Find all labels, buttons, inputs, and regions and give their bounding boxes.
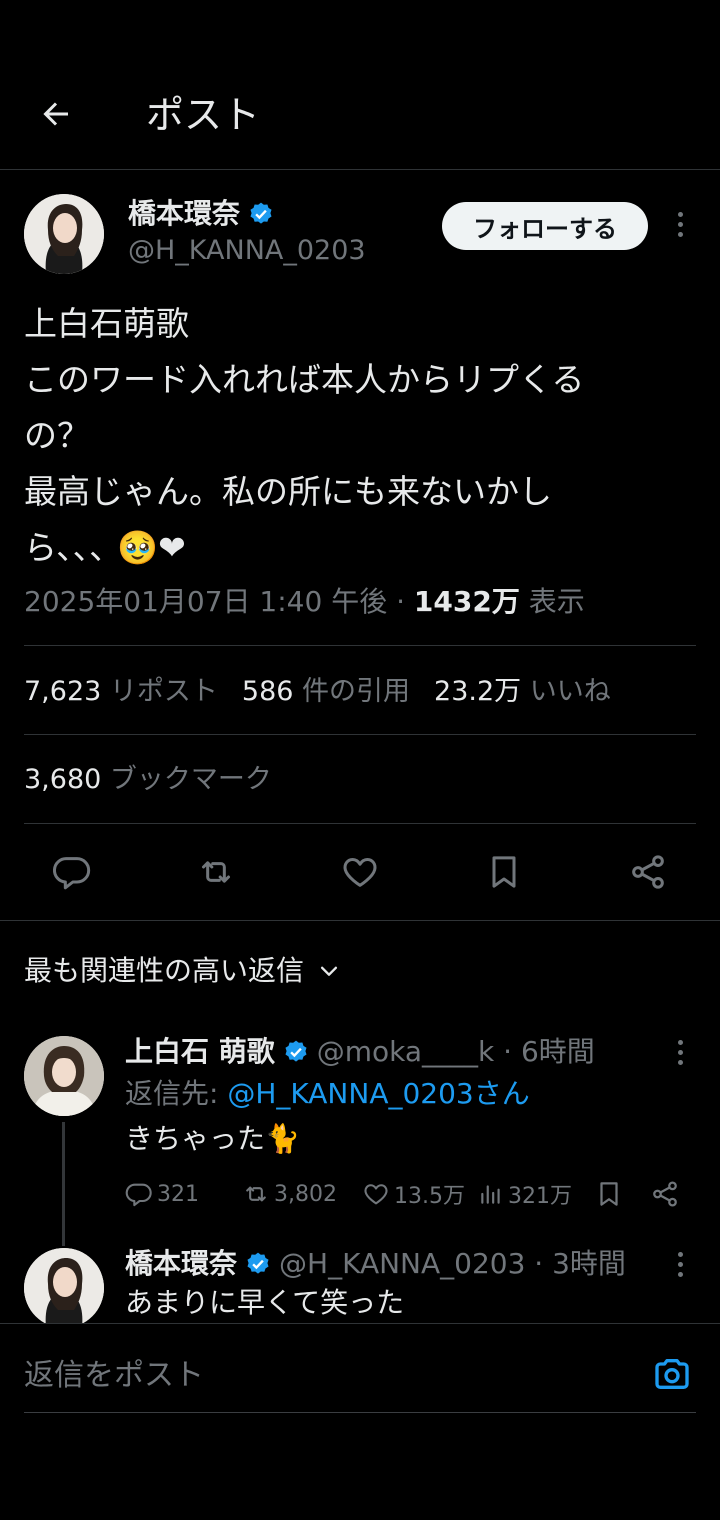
header-divider [0, 169, 720, 170]
reply-likes-count: 13.5万 [394, 1184, 465, 1209]
bookmarks-count: 3,680 [24, 764, 102, 795]
repost-button[interactable] [188, 844, 244, 900]
reply-share-button[interactable] [650, 1176, 680, 1212]
quotes-label: 件の引用 [293, 676, 411, 707]
reply-views-button[interactable]: 321万 [478, 1176, 572, 1212]
reply-like-button[interactable]: 13.5万 [362, 1176, 465, 1212]
share-icon [632, 855, 664, 889]
author-name: 橋本環奈 [128, 197, 241, 230]
likes-stat[interactable]: 23.2万 いいね [434, 676, 611, 707]
views-icon [481, 1185, 500, 1204]
quotes-stat[interactable]: 586 件の引用 [242, 676, 410, 707]
share-button[interactable] [620, 844, 676, 900]
meta-separator: · [387, 585, 414, 618]
composer-underline [24, 1412, 696, 1413]
bookmark-icon [600, 1182, 618, 1206]
reply-sort-selector[interactable]: 最も関連性の高い返信 [24, 952, 340, 990]
camera-icon [655, 1359, 689, 1389]
reply-sort-label: 最も関連性の高い返信 [24, 954, 305, 987]
quotes-count: 586 [241, 676, 294, 707]
reply-icon [125, 1183, 152, 1207]
reply-repost-button[interactable]: 3,802 [242, 1176, 337, 1212]
bookmark-icon [492, 856, 516, 888]
views-label: 表示 [519, 585, 585, 618]
post-text: 上白石萌歌 このワード入れれば本人からリプくる の？ 最高じゃん。私の所にも来な… [24, 296, 664, 576]
repost-icon [202, 861, 230, 883]
reply-author-name[interactable]: 橋本環奈 [125, 1246, 237, 1282]
divider [24, 823, 696, 824]
post-text-line: 上白石萌歌 [24, 304, 189, 343]
back-arrow-icon [43, 102, 68, 126]
divider [0, 1323, 720, 1324]
camera-button[interactable] [650, 1352, 694, 1396]
reply-reposts-count: 3,802 [274, 1181, 337, 1207]
reply-reply-button[interactable]: 321 [125, 1176, 199, 1212]
post-text-line: ら､､､ 🥹❤ [24, 528, 186, 567]
reply-replies-count: 321 [157, 1181, 199, 1207]
reply-header: 橋本環奈 @H_KANNA_0203 · 3時間 [125, 1246, 626, 1282]
verified-badge-icon [247, 1252, 269, 1274]
author-name-row[interactable]: 橋本環奈 [128, 196, 274, 232]
reply-header: 上白石 萌歌 @moka____k · 6時間 [125, 1034, 595, 1070]
reply-bookmark-button[interactable] [594, 1176, 624, 1212]
author-handle[interactable]: @H_KANNA_0203 [128, 234, 366, 268]
reply-author-handle[interactable]: @moka____k [317, 1035, 495, 1068]
reply-text: あまりに早くて笑った [125, 1286, 405, 1319]
thread-line [62, 1122, 65, 1246]
reply-time: · 6時間 [494, 1035, 595, 1068]
bookmarks-label: ブックマーク [101, 764, 272, 795]
reply-to-line: 返信先: @H_KANNA_0203さん [125, 1076, 530, 1112]
follow-button[interactable]: フォローする [442, 202, 648, 250]
reply-avatar[interactable] [24, 1248, 104, 1328]
likes-count: 23.2万 [434, 676, 522, 707]
post-timestamp[interactable]: 2025年01月07日 1:40 午後 [24, 585, 387, 618]
bookmark-button[interactable] [476, 844, 532, 900]
like-icon [364, 1184, 388, 1205]
reposts-label: リポスト [101, 676, 218, 707]
likes-label: いいね [521, 676, 611, 707]
verified-badge-icon [250, 202, 272, 224]
like-icon [343, 858, 377, 887]
reply-text: きちゃった🐈 [125, 1122, 300, 1155]
divider [24, 645, 696, 646]
repost-icon [246, 1186, 266, 1202]
more-icon[interactable] [674, 1040, 686, 1065]
divider [24, 734, 696, 735]
bookmarks-stat[interactable]: 3,680 ブックマーク [24, 762, 272, 798]
more-icon[interactable] [674, 212, 686, 237]
reposts-count: 7,623 [24, 676, 102, 707]
reply-icon [52, 857, 91, 890]
engagement-stats: 7,623 リポスト 586 件の引用 23.2万 いいね [24, 674, 635, 710]
verified-badge-icon [285, 1040, 307, 1062]
reply-input[interactable]: 返信をポスト [24, 1356, 204, 1396]
reply-views-count: 321万 [508, 1184, 572, 1209]
post-text-line: 最高じゃん。私の所にも来ないかし [24, 472, 552, 511]
reply-time: · 3時間 [525, 1247, 626, 1280]
post-text-line: このワード入れれば本人からリプくる [24, 360, 585, 399]
like-button[interactable] [332, 844, 388, 900]
post-text-line: の？ [24, 416, 90, 455]
more-icon[interactable] [674, 1252, 686, 1277]
page-title: ポスト [146, 93, 261, 137]
share-icon [653, 1181, 677, 1207]
views-count: 1432万 [413, 585, 520, 618]
back-button[interactable] [28, 86, 84, 142]
divider [0, 920, 720, 921]
author-avatar[interactable] [24, 194, 104, 274]
reply-to-prefix: 返信先: [125, 1077, 228, 1110]
reply-button[interactable] [44, 844, 100, 900]
chevron-down-icon [320, 966, 338, 976]
post-meta: 2025年01月07日 1:40 午後 · 1432万 表示 [24, 583, 585, 621]
reply-author-handle[interactable]: @H_KANNA_0203 [279, 1247, 525, 1280]
reply-avatar[interactable] [24, 1036, 104, 1116]
reply-to-handle[interactable]: @H_KANNA_0203さん [227, 1077, 529, 1110]
reply-author-name[interactable]: 上白石 萌歌 [125, 1034, 275, 1070]
reposts-stat[interactable]: 7,623 リポスト [24, 676, 218, 707]
